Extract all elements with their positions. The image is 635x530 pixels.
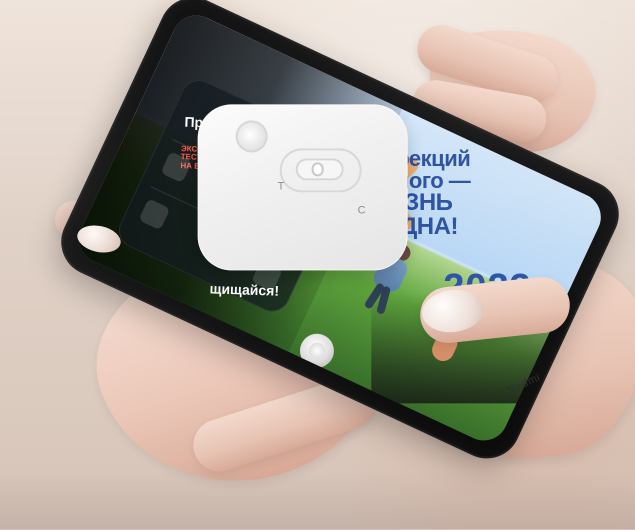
test-marker-t: T [277, 180, 285, 193]
test-marker-c: C [357, 204, 366, 217]
rapid-test-device: T C [197, 104, 408, 271]
lower-shadow [0, 470, 635, 530]
panel-icon-2 [138, 198, 171, 231]
sample-well [235, 120, 268, 153]
result-window [295, 158, 344, 181]
protect-yourself-label: щищайся! [209, 280, 279, 299]
